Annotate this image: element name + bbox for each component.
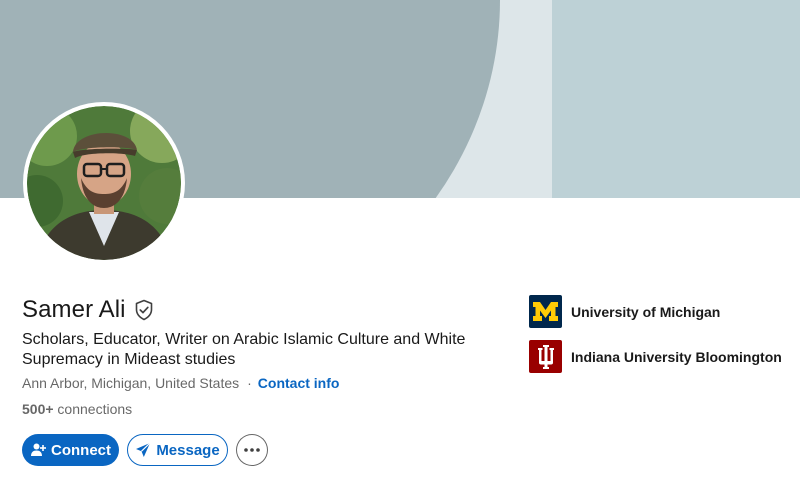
verified-shield-icon[interactable] — [134, 299, 154, 321]
university-of-michigan-logo — [529, 295, 562, 328]
message-button[interactable]: Message — [127, 434, 228, 466]
more-actions-button[interactable] — [236, 434, 268, 466]
education-name: Indiana University Bloomington — [571, 348, 782, 365]
message-label: Message — [156, 441, 220, 459]
avatar[interactable] — [23, 102, 185, 264]
indiana-university-logo — [529, 340, 562, 373]
name-row: Samer Ali — [22, 296, 154, 324]
banner-band — [552, 0, 800, 198]
profile-headline: Scholars, Educator, Writer on Arabic Isl… — [22, 331, 466, 368]
add-person-icon — [31, 443, 46, 456]
connect-button[interactable]: Connect — [22, 434, 119, 466]
profile-photo — [27, 106, 181, 260]
connections-count[interactable]: 500+ connections — [22, 401, 132, 417]
profile-name: Samer Ali — [22, 296, 126, 323]
connections-label: connections — [53, 401, 133, 417]
profile-location: Ann Arbor, Michigan, United States — [22, 375, 240, 391]
connections-number: 500+ — [22, 401, 54, 417]
iu-trident-icon — [537, 344, 554, 369]
connect-label: Connect — [51, 441, 111, 459]
education-item-michigan[interactable]: University of Michigan — [529, 295, 720, 328]
ellipsis-icon — [244, 448, 260, 452]
location-row: Ann Arbor, Michigan, United States · Con… — [22, 375, 339, 391]
contact-info-link[interactable]: Contact info — [258, 375, 340, 391]
education-name: University of Michigan — [571, 303, 721, 320]
profile-actions: Connect Message — [22, 434, 268, 466]
education-item-indiana[interactable]: Indiana University Bloomington — [529, 340, 782, 373]
send-icon — [136, 442, 151, 457]
separator-dot: · — [247, 375, 252, 391]
michigan-block-m-icon — [533, 302, 558, 321]
